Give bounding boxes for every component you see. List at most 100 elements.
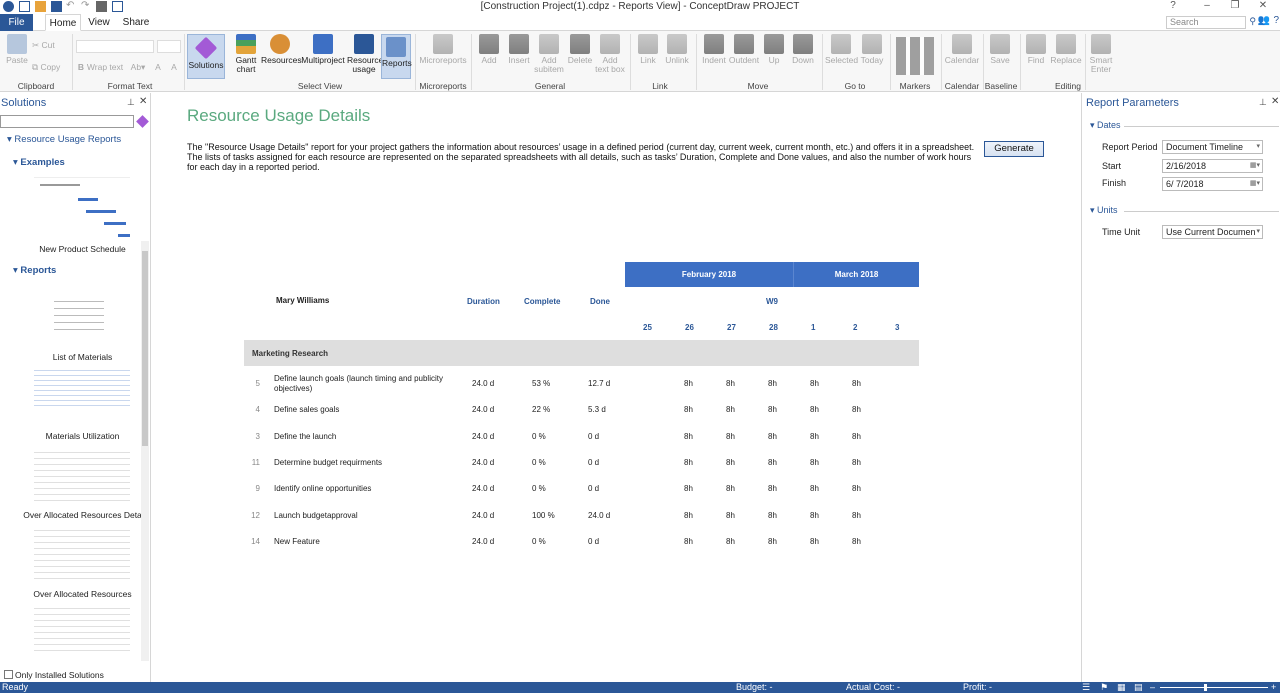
microreports-button[interactable]: Microreports	[418, 34, 468, 65]
units-section[interactable]: ▾ Units	[1090, 205, 1118, 216]
restore-button[interactable]: ❐	[1224, 0, 1246, 11]
view-icon[interactable]: ▤	[1134, 682, 1143, 693]
status-bar: Ready Budget: - Actual Cost: - Profit: -…	[0, 682, 1280, 693]
unlink-button[interactable]: Unlink	[663, 34, 691, 65]
wrap-text-button[interactable]: Wrap text	[82, 63, 128, 72]
zoom-slider-thumb[interactable]	[1204, 684, 1207, 691]
tree-examples[interactable]: ▾ Examples	[13, 157, 65, 168]
chevron-down-icon: ▾	[1256, 143, 1260, 150]
dates-section[interactable]: ▾ Dates	[1090, 120, 1121, 131]
task-duration: 24.0 d	[472, 536, 495, 546]
link-icon	[638, 34, 658, 54]
save-baseline-button[interactable]: Save	[987, 34, 1013, 65]
scrollbar[interactable]	[141, 241, 149, 661]
help-icon[interactable]: ?	[1273, 15, 1279, 26]
indent-button[interactable]: Indent	[700, 34, 728, 65]
smart-enter-button[interactable]: Smart Enter	[1088, 34, 1114, 74]
only-installed-checkbox[interactable]	[4, 670, 13, 679]
task-hours: 8h	[852, 536, 861, 546]
calendar-button[interactable]: Calendar	[944, 34, 980, 65]
search-input[interactable]: Search	[1166, 16, 1246, 29]
markers-grid[interactable]	[896, 37, 934, 75]
tab-home[interactable]: Home	[45, 14, 81, 31]
task-hours: 8h	[852, 431, 861, 441]
close-panel-icon[interactable]: ✕	[1271, 96, 1279, 107]
text-size-button[interactable]: Ab▾	[129, 63, 147, 72]
outdent-button[interactable]: Outdent	[728, 34, 760, 65]
tree-reports[interactable]: ▾ Reports	[13, 265, 56, 276]
task-id: 4	[255, 405, 260, 415]
thumb-list-of-materials[interactable]	[34, 295, 130, 337]
task-hours: 8h	[810, 484, 819, 494]
filter-icon[interactable]: ⚑	[1100, 682, 1108, 693]
delete-button[interactable]: Delete	[566, 34, 594, 65]
finish-label: Finish	[1102, 178, 1127, 188]
tab-share[interactable]: Share	[118, 14, 154, 31]
reports-button[interactable]: Reports	[381, 34, 412, 79]
multiproject-button[interactable]: Multiproject	[300, 34, 346, 65]
solutions-panel: Solutions ⊥ ✕ ▾ Resource Usage Reports ▾…	[0, 93, 151, 682]
close-button[interactable]: ✕	[1252, 0, 1274, 11]
copy-button[interactable]: ⧉ Copy	[32, 63, 66, 72]
down-button[interactable]: Down	[790, 34, 816, 65]
resources-button[interactable]: Resources	[261, 34, 302, 65]
scrollbar-thumb[interactable]	[142, 251, 148, 446]
thumb-over-allocated[interactable]	[34, 525, 130, 581]
search-icon[interactable]: ⚲	[1249, 16, 1256, 27]
up-button[interactable]: Up	[763, 34, 785, 65]
thumb-bar	[40, 184, 80, 186]
task-hours: 8h	[768, 379, 777, 388]
link-button[interactable]: Link	[634, 34, 662, 65]
people-icon[interactable]: 👥	[1258, 15, 1270, 26]
grid-icon[interactable]: ▦	[1117, 682, 1126, 693]
group-calendar-label: Calendar	[944, 81, 980, 91]
tab-view[interactable]: View	[84, 14, 114, 31]
minimize-button[interactable]: –	[1196, 0, 1218, 11]
report-period-select[interactable]: Document Timeline ▾	[1162, 140, 1263, 154]
start-date-field[interactable]: 2/16/2018 ▦▾	[1162, 159, 1263, 173]
calendar-icon: ▦▾	[1249, 162, 1260, 169]
month-header: February 2018	[625, 262, 793, 287]
thumb-over-allocated-details[interactable]	[34, 447, 130, 505]
solutions-button[interactable]: Solutions	[187, 34, 225, 79]
goto-today-button[interactable]: Today	[858, 34, 886, 65]
zoom-slider[interactable]	[1160, 687, 1268, 688]
replace-button[interactable]: Replace	[1050, 34, 1082, 65]
params-title: Report Parameters	[1086, 97, 1179, 109]
add-text-box-button[interactable]: Add text box	[595, 34, 625, 74]
gantt-chart-button[interactable]: Gantt chart	[233, 34, 259, 74]
close-panel-icon[interactable]: ✕	[139, 96, 147, 107]
calendar-icon: ▦▾	[1249, 180, 1260, 187]
resource-usage-button[interactable]: Resource usage	[347, 34, 383, 74]
time-unit-select[interactable]: Use Current Documen ▾	[1162, 225, 1263, 239]
pin-icon[interactable]: ⊥	[127, 97, 135, 108]
goto-selected-button[interactable]: Selected	[825, 34, 858, 65]
thumb-materials-utilization[interactable]	[34, 366, 130, 406]
pin-icon[interactable]: ⊥	[1259, 97, 1267, 108]
zoom-in-icon[interactable]: +	[1271, 682, 1276, 693]
font-color-button[interactable]: A	[167, 63, 181, 72]
task-complete: 100 %	[532, 510, 555, 520]
font-family-select[interactable]	[76, 40, 154, 53]
solutions-search-input[interactable]	[0, 115, 134, 128]
thumb-new-product-schedule[interactable]	[34, 177, 130, 240]
tree-root[interactable]: ▾ Resource Usage Reports	[7, 134, 121, 145]
tab-file[interactable]: File	[0, 14, 33, 31]
insert-button[interactable]: Insert	[505, 34, 533, 65]
help-icon[interactable]: ?	[1162, 0, 1184, 11]
thumb-resource-report[interactable]	[34, 603, 130, 655]
paste-button[interactable]: Paste	[5, 34, 29, 65]
generate-button[interactable]: Generate	[984, 141, 1044, 157]
add-button[interactable]: Add	[475, 34, 503, 65]
zoom-out-icon[interactable]: –	[1150, 682, 1155, 693]
report-view: Resource Usage Details The "Resource Usa…	[152, 93, 1080, 682]
layout-icon[interactable]: ☰	[1082, 682, 1090, 693]
thumb-bar	[104, 222, 126, 225]
text-color-button[interactable]: A	[151, 63, 165, 72]
save-baseline-icon	[990, 34, 1010, 54]
find-button[interactable]: Find	[1024, 34, 1048, 65]
cut-button[interactable]: ✂ Cut	[32, 41, 62, 50]
add-subitem-button[interactable]: Add subitem	[534, 34, 564, 74]
finish-date-field[interactable]: 6/ 7/2018 ▦▾	[1162, 177, 1263, 191]
font-size-select[interactable]	[157, 40, 181, 53]
